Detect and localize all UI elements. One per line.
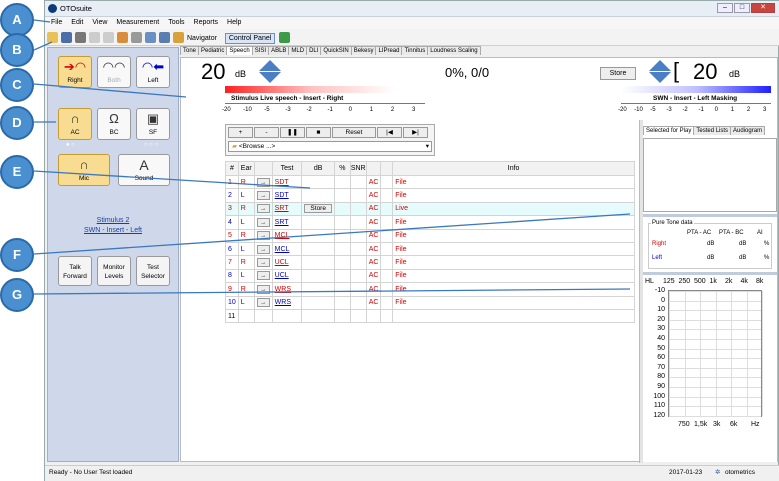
callout-e-line (33, 170, 311, 189)
callout-a-line (33, 19, 51, 23)
callout-f-line (33, 213, 631, 255)
callout-b-line (33, 41, 53, 51)
callout-c-line (33, 83, 187, 98)
callout-lines (33, 19, 631, 295)
callout-g-line (33, 288, 631, 295)
